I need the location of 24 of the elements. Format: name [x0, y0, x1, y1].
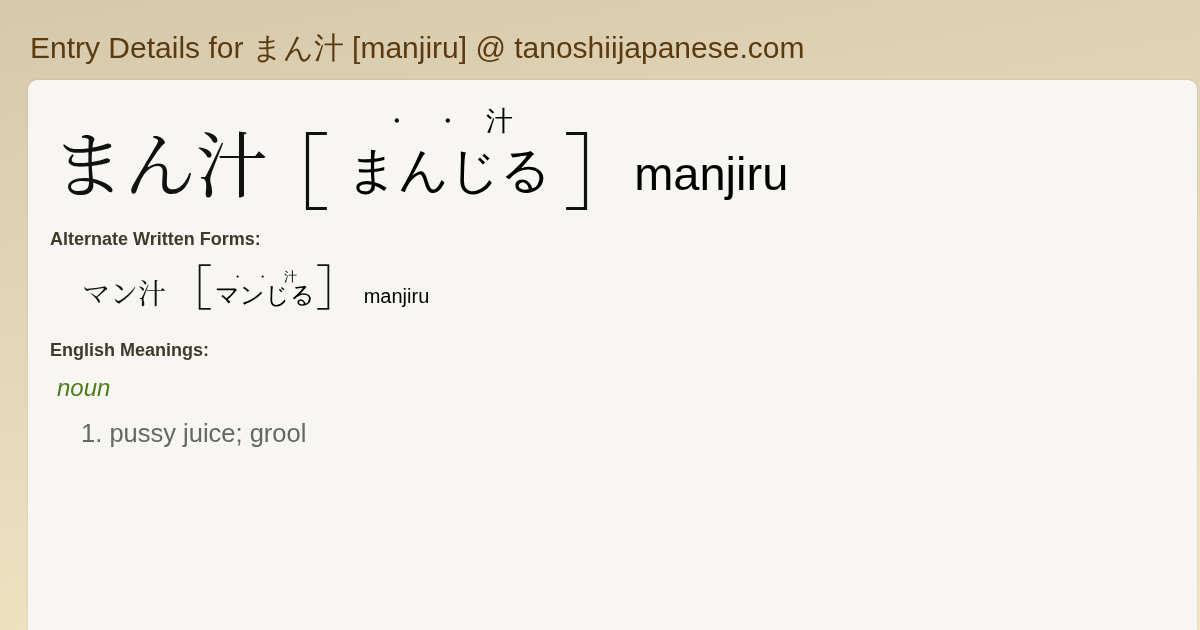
- section-heading: English Meanings:: [50, 340, 210, 360]
- reading-bracket: ［: [303, 125, 330, 209]
- ruby-text: ・: [231, 270, 245, 283]
- page-title: Entry Details for まん汁 [manjiru] @ tanoshiijapanese.com: [30, 31, 806, 65]
- section-heading: Alternate Written Forms:: [50, 229, 262, 249]
- reading-kana: じる: [265, 283, 316, 307]
- ruby-text: ・: [256, 270, 270, 283]
- reading-kana: ン: [240, 283, 266, 307]
- meaning-text: 1. pussy juice; grool: [81, 418, 308, 448]
- part-of-speech: noun: [57, 374, 112, 402]
- ruby-text: ・: [382, 108, 410, 135]
- reading-bracket: ］: [562, 125, 594, 209]
- ruby-text: 汁: [486, 108, 514, 135]
- ruby-text: ・: [433, 108, 461, 135]
- reading-kana: じる: [448, 145, 551, 195]
- reading-bracket: ］: [315, 261, 333, 309]
- reading-kana: マ: [215, 283, 241, 307]
- romaji-reading: manjiru: [363, 286, 430, 306]
- reading-bracket: ［: [197, 261, 213, 309]
- japanese-word: マン汁: [82, 278, 166, 306]
- japanese-word: まん汁: [52, 124, 268, 196]
- reading-kana: ん: [397, 145, 449, 195]
- ruby-text: 汁: [283, 270, 297, 283]
- reading-kana: ま: [346, 145, 398, 195]
